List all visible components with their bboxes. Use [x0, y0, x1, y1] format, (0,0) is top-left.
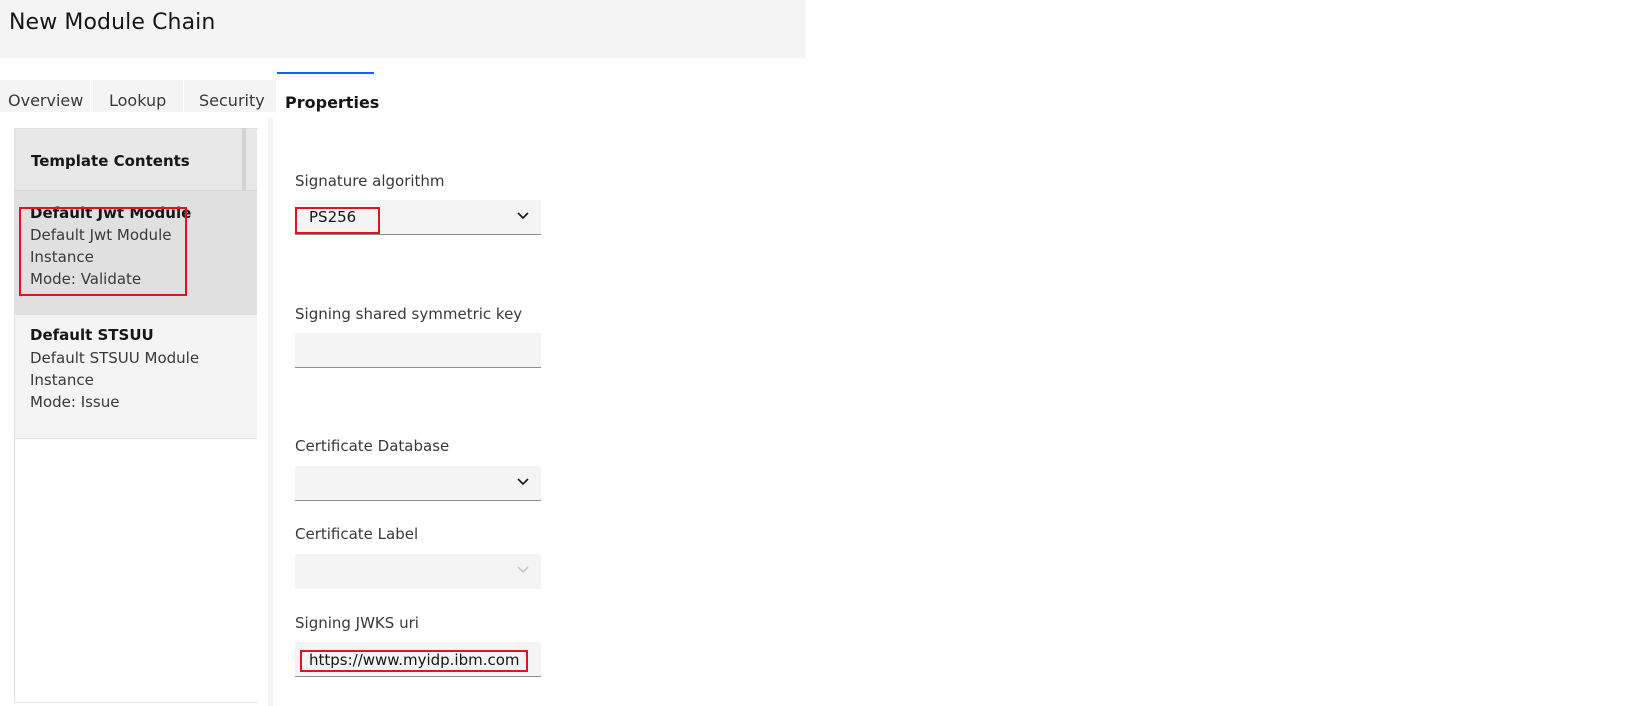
tab-overview[interactable]: Overview	[0, 80, 90, 112]
signing-jwks-uri-label: Signing JWKS uri	[295, 614, 419, 632]
signing-jwks-uri-input[interactable]: https://www.myidp.ibm.com	[295, 642, 541, 677]
page-header: New Module Chain	[0, 0, 806, 58]
certificate-database-select[interactable]	[295, 466, 541, 501]
certificate-database-label: Certificate Database	[295, 437, 450, 455]
tab-security[interactable]: Security	[184, 80, 276, 112]
template-item-mode: Mode: Validate	[30, 270, 142, 288]
tab-label: Lookup	[109, 91, 167, 110]
template-item-description-cont: Instance	[30, 248, 94, 266]
template-item-name: Default STSUU	[30, 326, 154, 344]
signing-shared-key-input[interactable]	[295, 333, 541, 368]
page-title: New Module Chain	[9, 10, 216, 35]
chevron-down-icon	[517, 566, 529, 574]
tab-label: Overview	[8, 91, 84, 110]
signing-shared-key-label: Signing shared symmetric key	[295, 305, 523, 323]
chevron-down-icon	[517, 478, 529, 486]
template-item-mode: Mode: Issue	[30, 393, 120, 411]
template-contents-header: Template Contents	[15, 129, 257, 191]
template-contents-panel: Template Contents Default Jwt Module Def…	[14, 128, 258, 703]
signing-jwks-uri-value: https://www.myidp.ibm.com	[309, 651, 520, 669]
tab-properties[interactable]: Properties	[277, 72, 379, 112]
tab-lookup[interactable]: Lookup	[91, 80, 183, 112]
template-item-description: Default STSUU Module	[30, 349, 200, 367]
signature-algorithm-select[interactable]: PS256	[295, 200, 541, 235]
panel-divider	[268, 118, 273, 706]
template-item-name: Default Jwt Module	[30, 204, 192, 222]
template-contents-title: Template Contents	[31, 152, 190, 170]
certificate-label-label: Certificate Label	[295, 525, 419, 543]
tab-label: Properties	[285, 93, 380, 112]
panel-header-edge	[242, 128, 246, 190]
signature-algorithm-label: Signature algorithm	[295, 172, 445, 190]
signature-algorithm-value: PS256	[309, 208, 357, 226]
template-item-stsuu[interactable]: Default STSUU Default STSUU Module Insta…	[15, 315, 257, 439]
chevron-down-icon	[517, 212, 529, 220]
tab-label: Security	[199, 91, 265, 110]
template-item-description: Default Jwt Module	[30, 226, 172, 244]
template-item-description-cont: Instance	[30, 371, 94, 389]
certificate-label-select[interactable]	[295, 554, 541, 589]
template-item-jwt[interactable]: Default Jwt Module Default Jwt Module In…	[15, 191, 257, 315]
